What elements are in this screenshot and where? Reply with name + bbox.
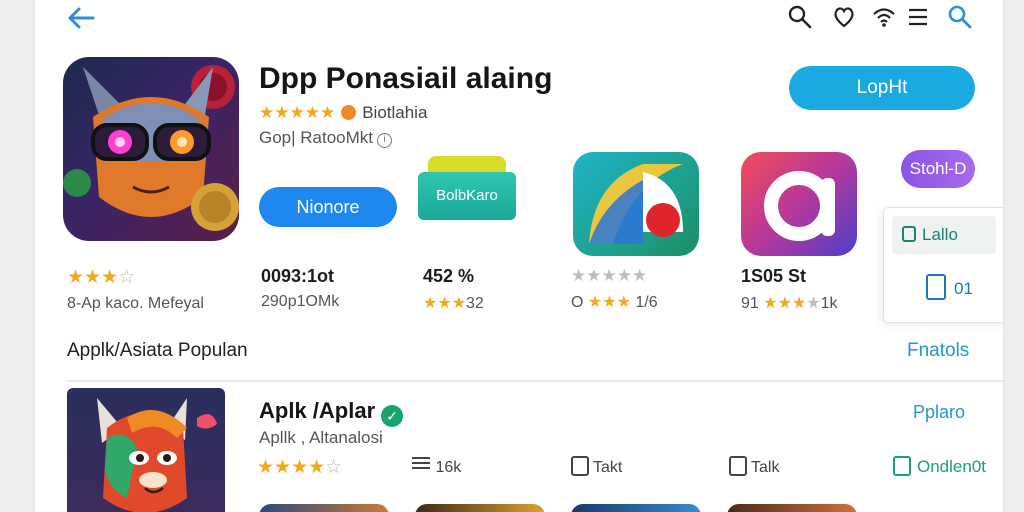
thumbnail[interactable] xyxy=(727,504,857,512)
purple-button[interactable]: Stohl-D xyxy=(901,150,975,188)
thumbnail[interactable] xyxy=(415,504,545,512)
install-button[interactable]: LopHt xyxy=(789,66,975,110)
stat-stars: ★★★★★ xyxy=(571,266,648,285)
search-icon[interactable] xyxy=(787,4,813,30)
list-item-link[interactable]: Pplaro xyxy=(913,402,965,423)
thumbnail[interactable] xyxy=(259,504,389,512)
doc-icon xyxy=(571,456,589,476)
developer-name: Gop| RatooMkt xyxy=(259,128,374,147)
secondary-button[interactable]: Nionore xyxy=(259,187,397,227)
list-item-action[interactable]: Ondlen0t xyxy=(893,456,986,477)
badge-icon xyxy=(341,105,357,120)
stat-sub-text: 32 xyxy=(466,295,484,312)
edit-icon xyxy=(729,456,747,476)
list-app-icon[interactable] xyxy=(67,388,225,512)
list-meta-value: Takt xyxy=(593,459,623,476)
list-lines-icon xyxy=(411,456,431,475)
side-item-lallo[interactable]: Lallo xyxy=(892,216,996,254)
list-meta-value: Talk xyxy=(751,459,780,476)
verified-check-icon: ✓ xyxy=(381,405,404,427)
section-title: Applk/Asiata Populan xyxy=(67,340,248,361)
stat-value: 0093:1ot xyxy=(261,266,335,286)
clipboard-icon xyxy=(902,226,916,242)
stat-sub-text: O xyxy=(571,294,584,311)
stat-value: 1S05 St xyxy=(741,266,807,286)
list-meta-value: 16k xyxy=(435,459,462,476)
side-card: Lallo 01 xyxy=(883,207,1003,323)
stat-sub: O ★★★ 1/6 xyxy=(571,294,658,311)
menu-icon[interactable] xyxy=(905,4,931,30)
app-store-page: Dpp Ponasiail alaing ★★★★★ Biotlahia Gop|… xyxy=(34,0,1004,512)
stat-sub-after: 1/6 xyxy=(635,294,658,311)
list-item-stars: ★★★★☆ xyxy=(257,457,343,478)
section-divider xyxy=(67,380,1003,382)
tablet-icon xyxy=(926,274,946,300)
section-see-all-link[interactable]: Fnatols xyxy=(907,340,969,362)
stat-col-5: 1S05 St 91 ★★★★1k xyxy=(741,266,838,313)
list-action-label: Ondlen0t xyxy=(917,457,986,476)
side-item-label: 01 xyxy=(954,279,973,298)
developer-row: Gop| RatooMkt i xyxy=(259,128,393,148)
app-icon[interactable] xyxy=(63,57,239,241)
info-icon[interactable]: i xyxy=(377,133,393,148)
stat-col-4: ★★★★★ O ★★★ 1/6 xyxy=(571,266,658,312)
list-meta-3: Talk xyxy=(729,456,779,477)
rating-label: Biotlahia xyxy=(362,103,428,122)
app-rating: ★★★★★ Biotlahia xyxy=(259,103,427,123)
stat-sub: ★★★32 xyxy=(423,295,484,312)
search-icon[interactable] xyxy=(947,4,973,30)
list-meta-downloads: 16k xyxy=(411,456,461,477)
heart-icon[interactable] xyxy=(831,4,857,30)
stat-sub: 8-Ap kaco. Mefeyal xyxy=(67,295,204,312)
stat-col-2: 0093:1ot 290p1OMk xyxy=(261,266,339,311)
list-item-title-text: Aplk /Aplar xyxy=(259,398,376,423)
list-action-icon xyxy=(893,456,911,476)
app-tile-letter[interactable] xyxy=(741,152,857,256)
stat-col-3: 452 % ★★★32 xyxy=(423,266,484,313)
rating-stars: ★★★★★ xyxy=(259,103,336,122)
app-tile-chart[interactable] xyxy=(573,152,699,256)
side-item-label: Lallo xyxy=(922,225,958,244)
list-item-subtitle: Apllk , Altanalosi xyxy=(259,428,383,447)
app-title: Dpp Ponasiail alaing xyxy=(259,62,553,95)
list-meta-2: Takt xyxy=(571,456,622,477)
list-item-title[interactable]: Aplk /Aplar ✓ xyxy=(259,398,404,427)
folder-tile[interactable]: BolbKaro xyxy=(418,156,516,220)
side-item-tablet[interactable]: 01 xyxy=(926,274,973,300)
stat-sub-text: 91 xyxy=(741,295,759,312)
stat-value: 452 % xyxy=(423,266,475,286)
folder-tile-label: BolbKaro xyxy=(418,172,516,220)
stat-sub: 91 ★★★★1k xyxy=(741,295,838,312)
stat-stars: ★★★☆ xyxy=(67,267,136,288)
thumbnail[interactable] xyxy=(571,504,701,512)
stat-sub-after: 1k xyxy=(820,295,838,312)
stat-col-1: ★★★☆ 8-Ap kaco. Mefeyal xyxy=(67,266,204,313)
stat-sub: 290p1OMk xyxy=(261,293,340,310)
back-arrow-icon[interactable] xyxy=(65,4,97,32)
wifi-icon[interactable] xyxy=(871,4,897,30)
